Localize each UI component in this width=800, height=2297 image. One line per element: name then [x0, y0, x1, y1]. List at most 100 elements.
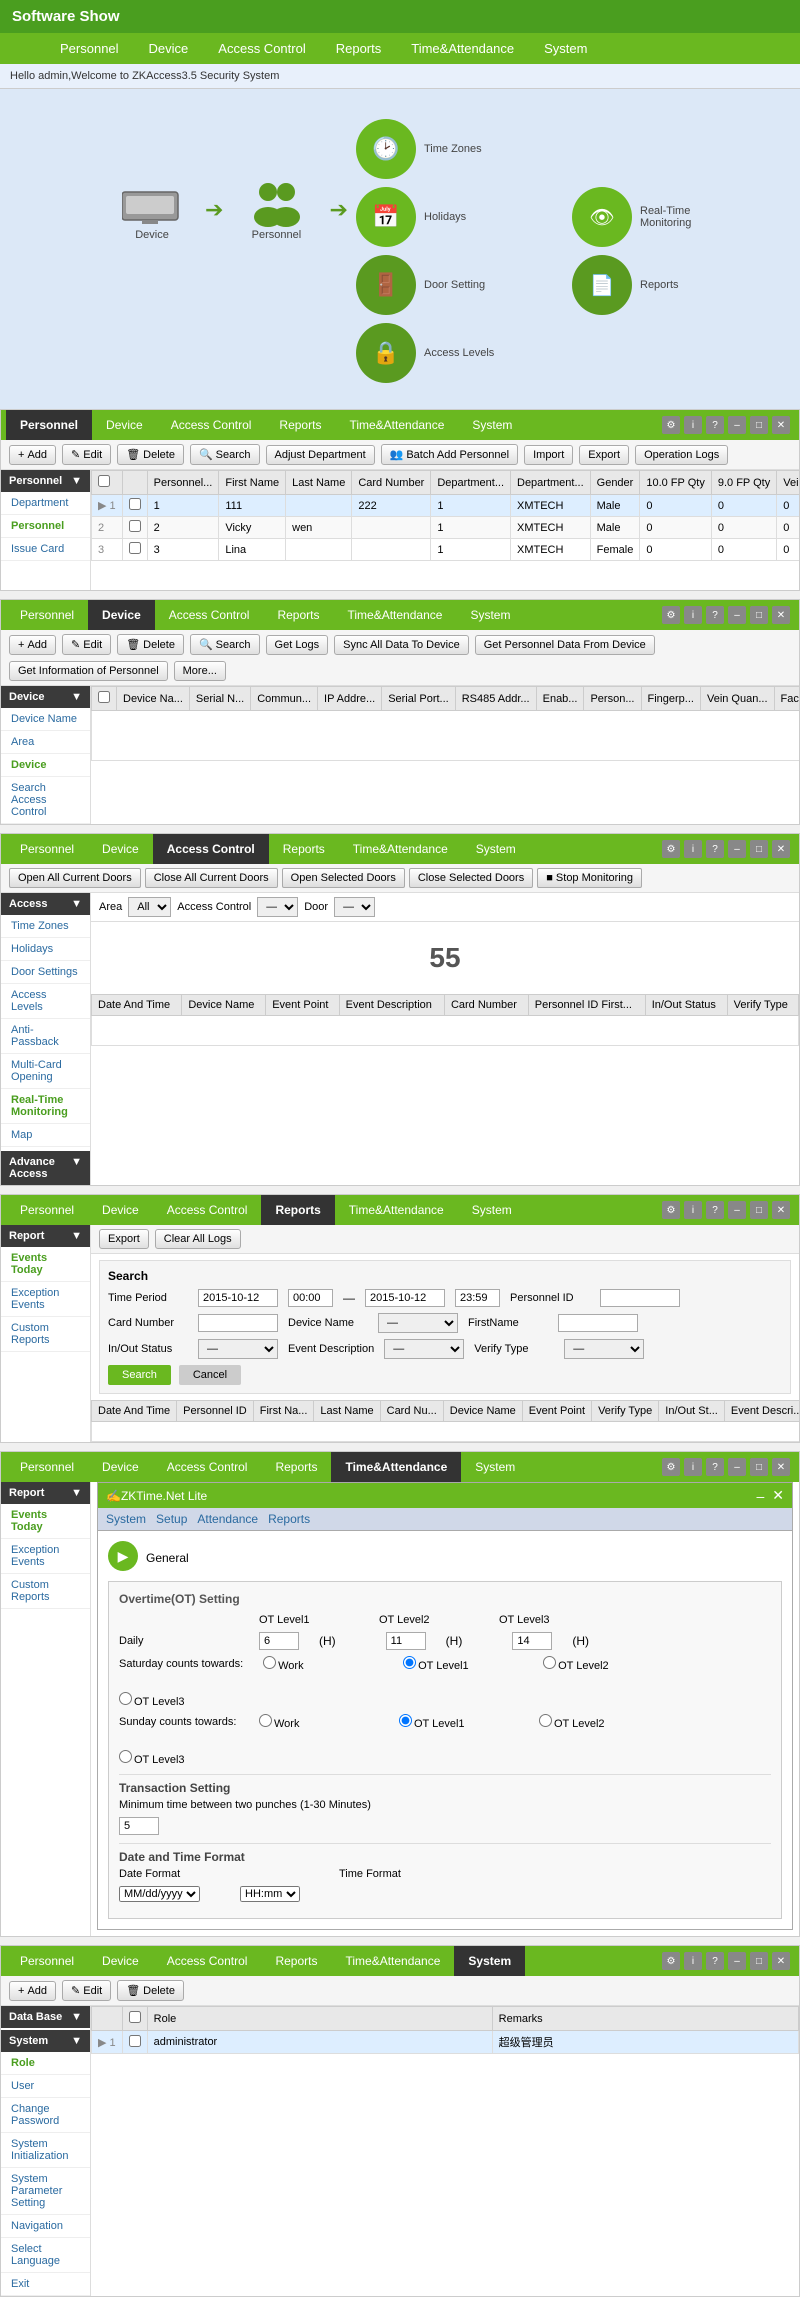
rnav-personnel[interactable]: Personnel [6, 1195, 88, 1225]
ta-popup-close[interactable]: ✕ [772, 1487, 784, 1504]
get-info-button[interactable]: Get Information of Personnel [9, 661, 168, 681]
minimize-icon-a[interactable]: – [728, 840, 746, 858]
anav-personnel[interactable]: Personnel [6, 834, 88, 864]
info-icon-t[interactable]: i [684, 1458, 702, 1476]
ta-tab-attendance[interactable]: Attendance [197, 1512, 258, 1526]
tnav-ta[interactable]: Time&Attendance [331, 1452, 461, 1482]
nav-reports-1[interactable]: Reports [336, 41, 382, 56]
rnav-system[interactable]: System [458, 1195, 526, 1225]
system-delete-button[interactable]: 🗑 Delete [117, 1980, 184, 2001]
op-logs-button[interactable]: Operation Logs [635, 445, 728, 465]
anav-access[interactable]: Access Control [153, 834, 269, 864]
dnav-access[interactable]: Access Control [155, 600, 264, 630]
close-icon-d[interactable]: ✕ [772, 606, 790, 624]
system-add-button[interactable]: + Add [9, 1981, 56, 2001]
nav-ta-1[interactable]: Time&Attendance [411, 41, 514, 56]
anav-system[interactable]: System [462, 834, 530, 864]
close-selected-button[interactable]: Close Selected Doors [409, 868, 533, 888]
gear-icon-a[interactable]: ⚙ [662, 840, 680, 858]
sidebar-item-change-password[interactable]: Change Password [1, 2098, 90, 2133]
to-time-input[interactable] [455, 1289, 500, 1307]
close-all-doors-button[interactable]: Close All Current Doors [145, 868, 278, 888]
adjust-dept-button[interactable]: Adjust Department [266, 445, 375, 465]
gear-icon-d[interactable]: ⚙ [662, 606, 680, 624]
close-icon-t[interactable]: ✕ [772, 1458, 790, 1476]
sidebar-item-select-lang[interactable]: Select Language [1, 2238, 90, 2273]
pnav-device[interactable]: Device [92, 410, 157, 440]
info-icon-d[interactable]: i [684, 606, 702, 624]
sat-ot3-radio[interactable] [119, 1692, 132, 1705]
sidebar-item-role[interactable]: Role [1, 2052, 90, 2075]
ot-daily-l1-input[interactable] [259, 1632, 299, 1650]
sun-ot2-radio[interactable] [539, 1714, 552, 1727]
sidebar-item-issue-card[interactable]: Issue Card [1, 538, 90, 561]
table-row[interactable]: 3 3 Lina 1 XMTECH Female 0 0 0 0 [92, 539, 800, 561]
maximize-icon-r[interactable]: □ [750, 1201, 768, 1219]
nav-device-1[interactable]: Device [149, 41, 189, 56]
personnel-id-input[interactable] [600, 1289, 680, 1307]
minimize-icon-t[interactable]: – [728, 1458, 746, 1476]
minimize-icon-r[interactable]: – [728, 1201, 746, 1219]
event-desc-select[interactable]: — [384, 1339, 464, 1359]
sidebar-item-anti-passback[interactable]: Anti-Passback [1, 1019, 90, 1054]
sidebar-item-sys-param[interactable]: System Parameter Setting [1, 2168, 90, 2215]
close-icon-s[interactable]: ✕ [772, 1952, 790, 1970]
sidebar-item-events-today[interactable]: Events Today [1, 1247, 90, 1282]
more-button[interactable]: More... [174, 661, 226, 681]
sidebar-item-holidays[interactable]: Holidays [1, 938, 90, 961]
question-icon-r[interactable]: ? [706, 1201, 724, 1219]
edit-button[interactable]: ✎ Edit [62, 444, 111, 465]
maximize-icon-t[interactable]: □ [750, 1458, 768, 1476]
sidebar-group-access[interactable]: Access ▼ [1, 893, 90, 915]
sidebar-group-system[interactable]: System ▼ [1, 2030, 90, 2052]
gear-icon-t[interactable]: ⚙ [662, 1458, 680, 1476]
close-icon-r[interactable]: ✕ [772, 1201, 790, 1219]
open-selected-button[interactable]: Open Selected Doors [282, 868, 405, 888]
sun-ot3-radio[interactable] [119, 1750, 132, 1763]
sidebar-item-department[interactable]: Department [1, 492, 90, 515]
sidebar-item-sys-init[interactable]: System Initialization [1, 2133, 90, 2168]
sidebar-item-ta-events[interactable]: Events Today [1, 1504, 90, 1539]
sidebar-group-database[interactable]: Data Base ▼ [1, 2006, 90, 2028]
sidebar-item-time-zones[interactable]: Time Zones [1, 915, 90, 938]
time-format-select[interactable]: HH:mm [240, 1886, 300, 1902]
to-date-input[interactable] [365, 1289, 445, 1307]
device-name-select[interactable]: — [378, 1313, 458, 1333]
sidebar-item-device[interactable]: Device [1, 754, 90, 777]
snav-device[interactable]: Device [88, 1946, 153, 1976]
sidebar-item-access-levels[interactable]: Access Levels [1, 984, 90, 1019]
verify-type-select[interactable]: — [564, 1339, 644, 1359]
sidebar-item-exception-events[interactable]: Exception Events [1, 1282, 90, 1317]
sidebar-group-ta-report[interactable]: Report ▼ [1, 1482, 90, 1504]
sidebar-item-user[interactable]: User [1, 2075, 90, 2098]
from-date-input[interactable] [198, 1289, 278, 1307]
sat-ot1-radio[interactable] [403, 1656, 416, 1669]
sidebar-item-map[interactable]: Map [1, 1124, 90, 1147]
nav-system-1[interactable]: System [544, 41, 587, 56]
minimize-icon-d[interactable]: – [728, 606, 746, 624]
door-select[interactable]: — [334, 897, 375, 917]
get-personnel-button[interactable]: Get Personnel Data From Device [475, 635, 655, 655]
batch-add-button[interactable]: 👥 Batch Add Personnel [381, 444, 518, 465]
search-submit-button[interactable]: Search [108, 1365, 171, 1385]
device-add-button[interactable]: + Add [9, 635, 56, 655]
stop-monitoring-button[interactable]: ■ Stop Monitoring [537, 868, 642, 888]
info-icon-s[interactable]: i [684, 1952, 702, 1970]
tnav-device[interactable]: Device [88, 1452, 153, 1482]
sidebar-item-realtime[interactable]: Real-Time Monitoring [1, 1089, 90, 1124]
add-button[interactable]: + Add [9, 445, 56, 465]
nav-access-1[interactable]: Access Control [218, 41, 305, 56]
tnav-reports[interactable]: Reports [261, 1452, 331, 1482]
pnav-system[interactable]: System [458, 410, 526, 440]
tnav-system[interactable]: System [461, 1452, 529, 1482]
sun-work-radio[interactable] [259, 1714, 272, 1727]
sidebar-item-door-settings[interactable]: Door Settings [1, 961, 90, 984]
delete-button[interactable]: 🗑 Delete [117, 444, 184, 465]
gear-icon[interactable]: ⚙ [662, 416, 680, 434]
sidebar-item-area[interactable]: Area [1, 731, 90, 754]
device-edit-button[interactable]: ✎ Edit [62, 634, 111, 655]
search-cancel-button[interactable]: Cancel [179, 1365, 241, 1385]
open-all-doors-button[interactable]: Open All Current Doors [9, 868, 141, 888]
device-search-button[interactable]: 🔍 Search [190, 634, 260, 655]
ot-daily-l2-input[interactable] [386, 1632, 426, 1650]
